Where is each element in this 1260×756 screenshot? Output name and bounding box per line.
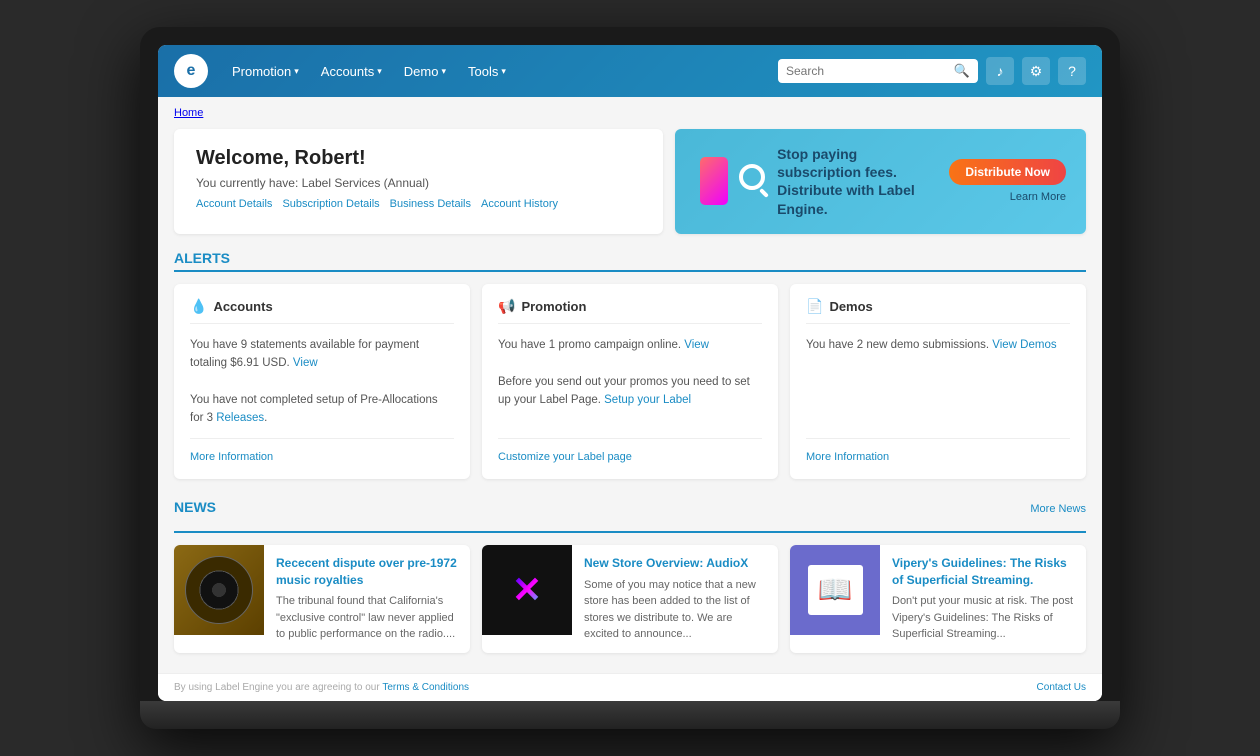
chevron-down-icon: ▾ — [441, 66, 446, 77]
terms-link[interactable]: Terms & Conditions — [382, 682, 469, 693]
nav-item-demo[interactable]: Demo ▾ — [394, 58, 456, 85]
alerts-grid: 💧 Accounts You have 9 statements availab… — [174, 284, 1086, 479]
welcome-card: Welcome, Robert! You currently have: Lab… — [174, 129, 663, 234]
promotion-alert-footer: Customize your Label page — [498, 438, 762, 465]
account-history-link[interactable]: Account History — [481, 198, 558, 210]
banner-headline: Stop paying subscription fees.Distribute… — [777, 145, 937, 218]
search-icon[interactable]: 🔍 — [954, 63, 970, 79]
music-icon-button[interactable]: ♪ — [986, 57, 1014, 85]
releases-link[interactable]: Releases — [216, 412, 264, 424]
article-1-excerpt: The tribunal found that California's "ex… — [276, 593, 458, 643]
demos-alert-body: You have 2 new demo submissions. View De… — [806, 336, 1070, 428]
article-2-title[interactable]: New Store Overview: AudioX — [584, 555, 766, 572]
article-1-thumbnail — [174, 545, 264, 635]
promotion-icon: 📢 — [498, 298, 515, 315]
accounts-alert-footer: More Information — [190, 438, 454, 465]
demos-alert-title: 📄 Demos — [806, 298, 1070, 324]
phone-icon — [700, 157, 728, 205]
navbar: e Promotion ▾ Accounts ▾ Demo ▾ Tools ▾ — [158, 45, 1102, 97]
news-section: NEWS More News Rececent dispute over pre — [174, 499, 1086, 653]
news-article-3: Vipery's Guidelines: The Risks of Superf… — [790, 545, 1086, 653]
welcome-links: Account Details Subscription Details Bus… — [196, 198, 641, 210]
laptop-base — [140, 701, 1120, 729]
demos-more-info-link[interactable]: More Information — [806, 451, 889, 463]
view-statements-link[interactable]: View — [293, 357, 318, 369]
demos-alert-footer: More Information — [806, 438, 1070, 465]
footer-terms: By using Label Engine you are agreeing t… — [174, 682, 469, 693]
help-icon-button[interactable]: ? — [1058, 57, 1086, 85]
news-header: NEWS More News — [174, 499, 1086, 519]
search-input[interactable] — [786, 64, 954, 78]
nav-right: 🔍 ♪ ⚙ ? — [778, 57, 1086, 85]
demos-icon: 📄 — [806, 298, 823, 315]
promotion-alert-title: 📢 Promotion — [498, 298, 762, 324]
search-box[interactable]: 🔍 — [778, 59, 978, 83]
page-content: Home Welcome, Robert! You currently have… — [158, 97, 1102, 673]
accounts-more-info-link[interactable]: More Information — [190, 451, 273, 463]
gear-icon: ⚙ — [1030, 63, 1043, 80]
distribute-now-button[interactable]: Distribute Now — [949, 159, 1066, 185]
article-3-content: Vipery's Guidelines: The Risks of Superf… — [880, 545, 1086, 653]
banner-illustration — [695, 154, 765, 209]
chevron-down-icon: ▾ — [377, 66, 382, 77]
banner-card: Stop paying subscription fees.Distribute… — [675, 129, 1086, 234]
welcome-heading: Welcome, Robert! — [196, 147, 641, 170]
article-2-thumbnail: ✕ — [482, 545, 572, 635]
nav-item-tools[interactable]: Tools ▾ — [458, 58, 516, 85]
breadcrumb-home[interactable]: Home — [174, 107, 203, 119]
news-article-1: Rececent dispute over pre-1972 music roy… — [174, 545, 470, 653]
top-section: Welcome, Robert! You currently have: Lab… — [174, 129, 1086, 234]
chevron-down-icon: ▾ — [294, 66, 299, 77]
contact-link[interactable]: Contact Us — [1037, 682, 1086, 693]
accounts-icon: 💧 — [190, 298, 207, 315]
article-3-excerpt: Don't put your music at risk. The post V… — [892, 593, 1074, 643]
settings-icon-button[interactable]: ⚙ — [1022, 57, 1050, 85]
article-3-thumbnail — [790, 545, 880, 635]
chevron-down-icon: ▾ — [501, 66, 506, 77]
news-grid: Rececent dispute over pre-1972 music roy… — [174, 545, 1086, 653]
nav-item-promotion[interactable]: Promotion ▾ — [222, 58, 309, 85]
banner-cta: Distribute Now Learn More — [949, 159, 1066, 203]
more-news-link[interactable]: More News — [1030, 503, 1086, 515]
accounts-alert-title: 💧 Accounts — [190, 298, 454, 324]
learn-more-link[interactable]: Learn More — [1010, 191, 1066, 203]
subscription-details-link[interactable]: Subscription Details — [282, 198, 379, 210]
article-2-excerpt: Some of you may notice that a new store … — [584, 577, 766, 643]
page-footer: By using Label Engine you are agreeing t… — [158, 673, 1102, 701]
news-title: NEWS — [174, 499, 216, 519]
article-2-content: New Store Overview: AudioX Some of you m… — [572, 545, 778, 653]
account-details-link[interactable]: Account Details — [196, 198, 272, 210]
demos-alert-card: 📄 Demos You have 2 new demo submissions.… — [790, 284, 1086, 479]
view-promo-link[interactable]: View — [684, 339, 709, 351]
nav-items: Promotion ▾ Accounts ▾ Demo ▾ Tools ▾ — [222, 58, 778, 85]
music-icon: ♪ — [997, 63, 1004, 79]
banner-text: Stop paying subscription fees.Distribute… — [777, 145, 937, 218]
article-1-title[interactable]: Rececent dispute over pre-1972 music roy… — [276, 555, 458, 589]
article-1-content: Rececent dispute over pre-1972 music roy… — [264, 545, 470, 653]
welcome-subtitle: You currently have: Label Services (Annu… — [196, 176, 641, 190]
customize-label-link[interactable]: Customize your Label page — [498, 451, 632, 463]
promotion-alert-card: 📢 Promotion You have 1 promo campaign on… — [482, 284, 778, 479]
breadcrumb: Home — [174, 107, 1086, 119]
logo[interactable]: e — [174, 54, 208, 88]
alerts-title: ALERTS — [174, 250, 1086, 272]
help-icon: ? — [1068, 63, 1076, 79]
promotion-alert-body: You have 1 promo campaign online. View B… — [498, 336, 762, 428]
accounts-alert-body: You have 9 statements available for paym… — [190, 336, 454, 428]
view-demos-link[interactable]: View Demos — [992, 339, 1056, 351]
audiox-icon: ✕ — [512, 569, 542, 611]
news-article-2: ✕ New Store Overview: AudioX Some of you… — [482, 545, 778, 653]
nav-item-accounts[interactable]: Accounts ▾ — [311, 58, 392, 85]
business-details-link[interactable]: Business Details — [390, 198, 471, 210]
magnify-icon — [739, 164, 765, 190]
accounts-alert-card: 💧 Accounts You have 9 statements availab… — [174, 284, 470, 479]
alerts-section: ALERTS 💧 Accounts You have 9 statements … — [174, 250, 1086, 479]
vipery-book-icon — [808, 565, 863, 615]
setup-label-link[interactable]: Setup your Label — [604, 394, 691, 406]
article-3-title[interactable]: Vipery's Guidelines: The Risks of Superf… — [892, 555, 1074, 589]
